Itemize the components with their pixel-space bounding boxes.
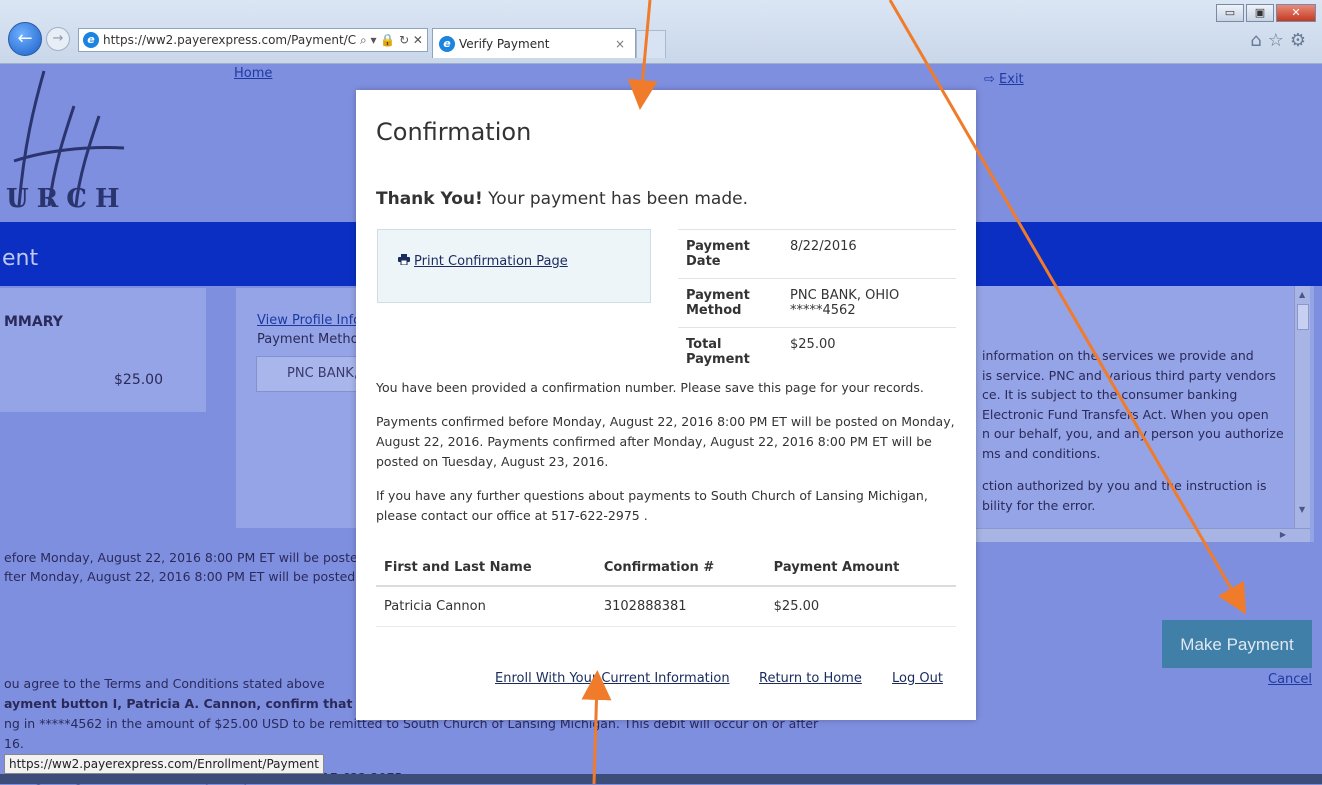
- terms-line: Electronic Fund Transfers Act. When you …: [982, 406, 1269, 422]
- payment-method-bank: PNC BANK, OHIO: [790, 288, 900, 303]
- exit-link-label: Exit: [999, 72, 1024, 87]
- payer-name-cell: Patricia Cannon: [376, 586, 596, 627]
- posting-notice: Payments confirmed before Monday, August…: [376, 414, 955, 469]
- exit-link[interactable]: ⇨ Exit: [984, 72, 1024, 87]
- payment-details-table: Payment Date 8/22/2016 Payment Method PN…: [678, 229, 956, 376]
- printer-icon: [398, 254, 410, 265]
- modal-title: Confirmation: [376, 118, 532, 146]
- status-bar-url: https://ww2.payerexpress.com/Enrollment/…: [4, 754, 324, 774]
- tab-close-icon[interactable]: ×: [615, 29, 625, 59]
- minimize-button[interactable]: ▭: [1216, 4, 1244, 22]
- forward-button[interactable]: →: [46, 27, 70, 51]
- posting-notice-line: fter Monday, August 22, 2016 8:00 PM ET …: [4, 569, 367, 584]
- window-controls: ▭ ▣ ✕: [1216, 4, 1316, 22]
- thank-you-message: Thank You! Your payment has been made.: [376, 189, 748, 209]
- terms-line: ms and conditions.: [982, 445, 1101, 461]
- terms-scrollbar[interactable]: ▲ ▼: [1294, 286, 1310, 528]
- enroll-link[interactable]: Enroll With Your Current Information: [495, 671, 730, 686]
- confirmation-table: First and Last Name Confirmation # Payme…: [376, 552, 956, 627]
- payment-date-value: 8/22/2016: [782, 229, 956, 279]
- column-header-confirmation: Confirmation #: [595, 552, 766, 587]
- thank-you-bold: Thank You!: [376, 189, 483, 209]
- browser-chrome: ← → e https://ww2.payerexpress.com/Payme…: [0, 0, 1322, 64]
- terms-line: n our behalf, you, and any person you au…: [982, 426, 1284, 441]
- make-payment-button[interactable]: Make Payment: [1162, 620, 1312, 668]
- payment-method-account: *****4562: [790, 303, 856, 318]
- tab-title: Verify Payment: [459, 37, 550, 51]
- authorization-line: 16.: [4, 736, 24, 751]
- total-payment-value: $25.00: [782, 327, 956, 376]
- back-button[interactable]: ←: [8, 22, 42, 56]
- terms-agree-line: ou agree to the Terms and Conditions sta…: [4, 676, 325, 691]
- summary-title: MMARY: [4, 314, 63, 330]
- maximize-button[interactable]: ▣: [1246, 4, 1274, 22]
- posting-notice-line: efore Monday, August 22, 2016 8:00 PM ET…: [4, 550, 366, 565]
- home-link[interactable]: Home: [234, 66, 272, 81]
- tab-verify-payment[interactable]: e Verify Payment ×: [432, 28, 636, 58]
- confirmation-notice: You have been provided a confirmation nu…: [376, 380, 924, 395]
- column-header-amount: Payment Amount: [765, 552, 956, 587]
- logout-link[interactable]: Log Out: [892, 671, 943, 686]
- terms-horizontal-scrollbar[interactable]: ▶: [976, 528, 1310, 542]
- print-confirmation-link[interactable]: Print Confirmation Page: [398, 254, 568, 269]
- address-url: https://ww2.payerexpress.com/Payment/C: [103, 33, 357, 47]
- page-heading: ent: [2, 246, 39, 271]
- new-tab-button[interactable]: [636, 30, 666, 58]
- scroll-up-icon[interactable]: ▲: [1299, 290, 1305, 299]
- close-window-button[interactable]: ✕: [1276, 4, 1316, 22]
- terms-line: ction authorized by you and the instruct…: [982, 478, 1267, 493]
- taskbar: [0, 774, 1322, 784]
- view-profile-link[interactable]: View Profile Info: [257, 313, 361, 328]
- payment-method-detail-value: PNC BANK, OHIO *****4562: [782, 278, 956, 328]
- summary-amount: $25.00: [114, 372, 163, 388]
- confirmation-number-cell: 3102888381: [595, 586, 766, 627]
- terms-text: information on the services we provide a…: [982, 346, 1292, 515]
- table-row: Payment Method PNC BANK, OHIO *****4562: [678, 278, 956, 328]
- ie-icon: e: [83, 32, 99, 48]
- ie-icon: e: [439, 36, 455, 52]
- payment-method-label: Payment Method: [257, 332, 367, 347]
- total-payment-label: Total Payment: [678, 327, 782, 376]
- thank-you-text: Your payment has been made.: [482, 189, 748, 209]
- return-home-link[interactable]: Return to Home: [759, 671, 862, 686]
- terms-line: bility for the error.: [982, 497, 1096, 513]
- table-row: Total Payment $25.00: [678, 327, 956, 376]
- summary-card: [0, 288, 206, 412]
- column-header-name: First and Last Name: [376, 552, 596, 587]
- print-confirmation-label: Print Confirmation Page: [414, 254, 568, 269]
- table-header-row: First and Last Name Confirmation # Payme…: [376, 552, 956, 587]
- scroll-down-icon[interactable]: ▼: [1299, 505, 1305, 514]
- address-tools-icons[interactable]: ⌕ ▾ 🔒 ↻ ✕: [360, 29, 423, 51]
- confirmation-modal: Confirmation Thank You! Your payment has…: [356, 90, 976, 720]
- payment-amount-cell: $25.00: [765, 586, 956, 627]
- print-box: Print Confirmation Page: [377, 229, 651, 303]
- table-row: Payment Date 8/22/2016: [678, 229, 956, 279]
- terms-line: information on the services we provide a…: [982, 348, 1254, 363]
- payment-method-detail-label: Payment Method: [678, 278, 782, 328]
- contact-notice: If you have any further questions about …: [376, 488, 928, 523]
- scroll-right-icon[interactable]: ▶: [1280, 530, 1286, 539]
- exit-icon: ⇨: [984, 72, 1000, 87]
- terms-line: is service. PNC and various third party …: [982, 367, 1276, 383]
- logo-text: URCH: [6, 184, 128, 214]
- terms-line: ce. It is subject to the consumer bankin…: [982, 387, 1238, 402]
- address-bar[interactable]: e https://ww2.payerexpress.com/Payment/C…: [78, 28, 428, 52]
- scroll-thumb[interactable]: [1297, 304, 1309, 330]
- cancel-link[interactable]: Cancel: [1268, 672, 1312, 687]
- payment-date-label: Payment Date: [678, 229, 782, 279]
- home-favorites-settings-icons[interactable]: ⌂☆⚙: [1250, 30, 1312, 51]
- table-row: Patricia Cannon 3102888381 $25.00: [376, 586, 956, 627]
